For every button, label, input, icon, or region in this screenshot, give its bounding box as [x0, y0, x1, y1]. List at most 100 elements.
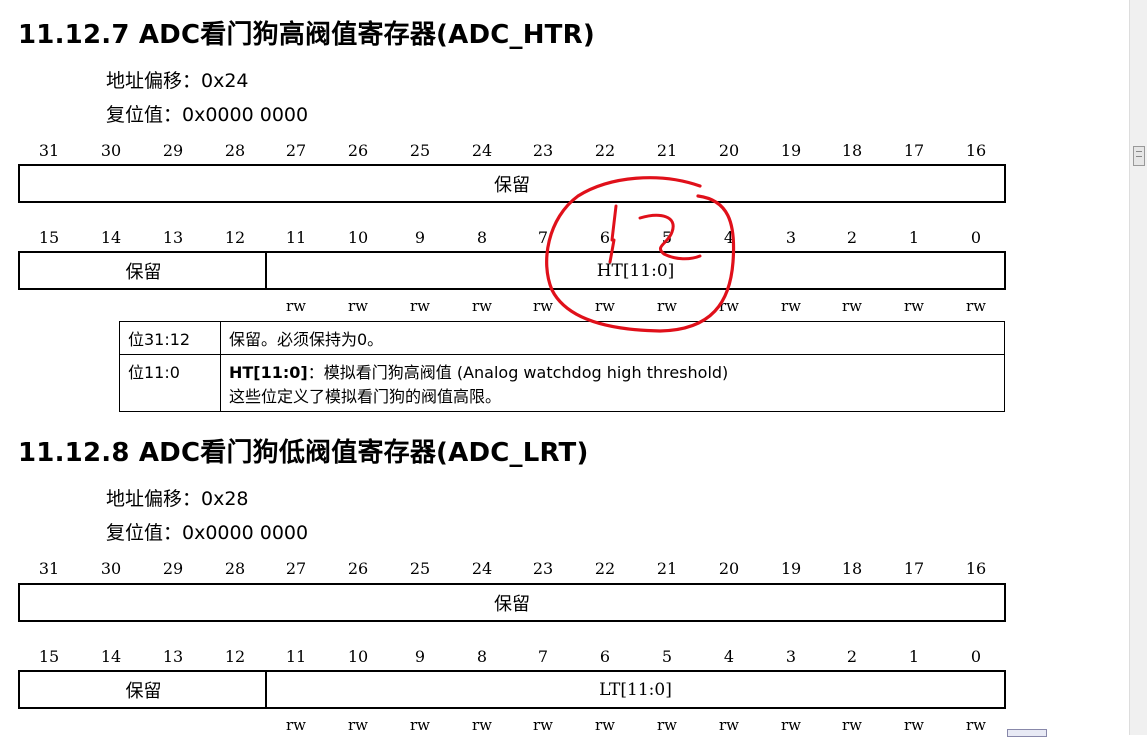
description-cell: 保留。必须保持为0。: [220, 321, 1005, 355]
vertical-scrollbar[interactable]: [1129, 0, 1147, 735]
bit-number: 4: [723, 228, 735, 247]
bit-number: 10: [347, 647, 369, 666]
reserved-label: 保留: [125, 261, 162, 283]
bit-number: 29: [162, 559, 184, 578]
bit-number: 5: [661, 228, 673, 247]
access-label: rw: [594, 716, 615, 734]
bit-number: 0: [970, 228, 982, 247]
bit-number: 18: [841, 141, 863, 160]
access-label: rw: [471, 716, 492, 734]
access-label: rw: [594, 297, 615, 315]
bit-number: 29: [162, 141, 184, 160]
bit-number: 10: [347, 228, 369, 247]
bit-number: 28: [224, 141, 246, 160]
reset-value: 复位值：0x0000 0000: [106, 522, 309, 544]
bit-range-cell: 位11:0: [119, 354, 221, 412]
bit-number: 21: [656, 559, 678, 578]
description-cell: HT[11:0]：模拟看门狗高阀值 (Analog watchdog high …: [220, 354, 1005, 412]
bit-number: 16: [965, 559, 987, 578]
register-lower-lrt: 保留 LT[11:0]: [18, 670, 1006, 709]
bit-number: 22: [594, 141, 616, 160]
access-label: rw: [285, 716, 306, 734]
access-label: rw: [532, 297, 553, 315]
bit-number: 19: [780, 559, 802, 578]
access-label: rw: [656, 297, 677, 315]
bit-number: 4: [723, 647, 735, 666]
bit-number: 7: [537, 228, 549, 247]
access-row-lrt: rw rw rw rw rw rw rw rw rw rw rw rw: [18, 716, 1006, 736]
access-label: rw: [965, 716, 986, 734]
bit-number: 12: [224, 647, 246, 666]
register-upper-lrt: 保留: [18, 583, 1006, 622]
bit-number: 30: [100, 141, 122, 160]
access-label: rw: [718, 716, 739, 734]
bit-number: 22: [594, 559, 616, 578]
access-label: rw: [903, 716, 924, 734]
document-page: 11.12.7 ADC看门狗高阀值寄存器(ADC_HTR) 地址偏移：0x24 …: [0, 0, 1130, 735]
bit-number: 16: [965, 141, 987, 160]
access-label: rw: [409, 297, 430, 315]
bit-number: 28: [224, 559, 246, 578]
bit-numbers-low: 15 14 13 12 11 10 9 8 7 6 5 4 3 2 1 0: [18, 228, 1006, 250]
bit-number: 21: [656, 141, 678, 160]
bit-number: 3: [785, 228, 797, 247]
bit-number: 7: [537, 647, 549, 666]
bit-number: 9: [414, 228, 426, 247]
description-text: 保留。必须保持为0。: [229, 330, 384, 349]
bit-number: 18: [841, 559, 863, 578]
bit-number: 25: [409, 559, 431, 578]
bit-number: 23: [532, 141, 554, 160]
bit-number: 8: [476, 647, 488, 666]
address-offset: 地址偏移：0x24: [106, 70, 249, 92]
grip-icon[interactable]: [1133, 146, 1145, 166]
bit-number: 31: [38, 141, 60, 160]
bit-number: 13: [162, 228, 184, 247]
reserved-label: 保留: [125, 680, 162, 702]
access-label: rw: [903, 297, 924, 315]
access-label: rw: [471, 297, 492, 315]
bit-description-table: 位31:12 保留。必须保持为0。 位11:0 HT[11:0]：模拟看门狗高阀…: [119, 321, 1005, 412]
bit-number: 26: [347, 141, 369, 160]
reserved-label: 保留: [494, 174, 530, 196]
bit-number: 14: [100, 647, 122, 666]
reset-value: 复位值：0x0000 0000: [106, 104, 309, 126]
access-label: rw: [718, 297, 739, 315]
bit-number: 1: [908, 228, 920, 247]
bit-number: 26: [347, 559, 369, 578]
bit-number: 0: [970, 647, 982, 666]
bit-number: 6: [599, 647, 611, 666]
reserved-label: 保留: [494, 593, 530, 615]
bit-number: 24: [471, 141, 493, 160]
bit-number: 8: [476, 228, 488, 247]
bit-number: 5: [661, 647, 673, 666]
bit-number: 27: [285, 141, 307, 160]
access-label: rw: [532, 716, 553, 734]
section-heading-htr: 11.12.7 ADC看门狗高阀值寄存器(ADC_HTR): [18, 20, 595, 50]
table-row: 位11:0 HT[11:0]：模拟看门狗高阀值 (Analog watchdog…: [119, 354, 1005, 412]
bit-number: 11: [285, 228, 307, 247]
table-row: 位31:12 保留。必须保持为0。: [119, 321, 1005, 355]
bit-number: 13: [162, 647, 184, 666]
bit-numbers-low: 15 14 13 12 11 10 9 8 7 6 5 4 3 2 1 0: [18, 647, 1006, 669]
bit-number: 30: [100, 559, 122, 578]
address-offset: 地址偏移：0x28: [106, 488, 249, 510]
section-heading-lrt: 11.12.8 ADC看门狗低阀值寄存器(ADC_LRT): [18, 438, 589, 468]
bit-number: 19: [780, 141, 802, 160]
page-corner-box: [1007, 729, 1047, 737]
register-upper-htr: 保留: [18, 164, 1006, 203]
bit-number: 27: [285, 559, 307, 578]
field-ht: HT[11:0]: [596, 260, 675, 281]
access-label: rw: [780, 716, 801, 734]
bit-number: 2: [846, 228, 858, 247]
access-label: rw: [965, 297, 986, 315]
bit-number: 12: [224, 228, 246, 247]
bit-number: 1: [908, 647, 920, 666]
access-label: rw: [347, 297, 368, 315]
bit-number: 6: [599, 228, 611, 247]
access-label: rw: [285, 297, 306, 315]
access-label: rw: [409, 716, 430, 734]
bit-number: 14: [100, 228, 122, 247]
bit-range-cell: 位31:12: [119, 321, 221, 355]
bit-numbers-high: 31 30 29 28 27 26 25 24 23 22 21 20 19 1…: [18, 559, 1006, 581]
bit-number: 11: [285, 647, 307, 666]
